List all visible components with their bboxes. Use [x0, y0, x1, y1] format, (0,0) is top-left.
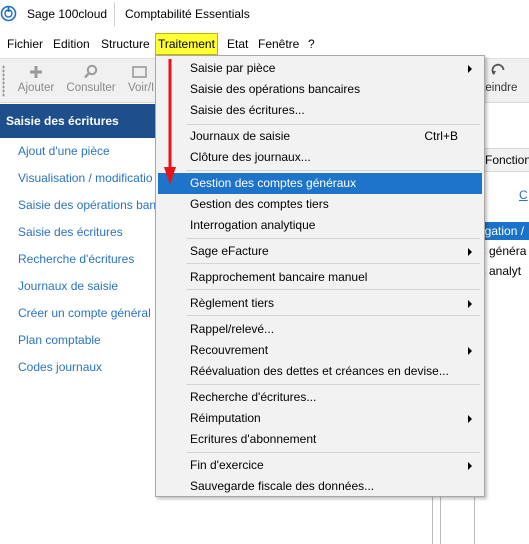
- menu-item-label: Rappel/relevé...: [190, 322, 275, 336]
- menu-item-cloture-journaux[interactable]: Clôture des journaux...: [158, 147, 482, 168]
- menu-etat[interactable]: Etat: [225, 33, 250, 55]
- menu-bar: Fichier Edition Structure Traitement Eta…: [0, 33, 529, 55]
- menu-item-label: Clôture des journaux...: [190, 150, 311, 164]
- sage-logo-icon: [0, 5, 17, 22]
- menu-fichier[interactable]: Fichier: [5, 33, 45, 55]
- menu-item-sage-efacture[interactable]: Sage eFacture: [158, 241, 482, 262]
- plus-icon: [30, 66, 42, 78]
- menu-item-rappel-releve[interactable]: Rappel/relevé...: [158, 319, 482, 340]
- menu-item-gestion-comptes-generaux[interactable]: Gestion des comptes généraux: [158, 173, 482, 194]
- menu-item-label: Interrogation analytique: [190, 218, 316, 232]
- app-module: Comptabilité Essentials: [125, 7, 250, 21]
- menu-item-rapprochement-bancaire[interactable]: Rapprochement bancaire manuel: [158, 267, 482, 288]
- menu-item-ecritures-abonnement[interactable]: Ecritures d'abonnement: [158, 429, 482, 450]
- menu-item-label: Recherche d'écritures...: [190, 390, 317, 404]
- divider-line: [440, 490, 441, 544]
- view-icon: [132, 66, 147, 78]
- menu-item-label: Réévaluation des dettes et créances en d…: [190, 364, 449, 378]
- menu-separator: [186, 238, 480, 239]
- menu-item-label: Gestion des comptes généraux: [190, 176, 357, 190]
- menu-item-label: Saisie par pièce: [190, 61, 276, 75]
- menu-separator: [186, 315, 480, 316]
- menu-item-label: Ecritures d'abonnement: [190, 432, 317, 446]
- menu-item-label: Réimputation: [190, 411, 261, 425]
- menu-structure[interactable]: Structure: [99, 33, 152, 55]
- menu-item-reimputation[interactable]: Réimputation: [158, 408, 482, 429]
- magnifier-icon: [84, 64, 98, 79]
- menu-item-interrogation-analytique[interactable]: Interrogation analytique: [158, 215, 482, 236]
- menu-item-journaux-saisie[interactable]: Journaux de saisie Ctrl+B: [158, 126, 482, 147]
- menu-fenetre[interactable]: Fenêtre: [256, 33, 301, 55]
- left-panel-header: Saisie des écritures: [0, 104, 160, 138]
- menu-item-shortcut: Ctrl+B: [424, 129, 458, 143]
- menu-item-reglement-tiers[interactable]: Règlement tiers: [158, 293, 482, 314]
- menu-item-saisie-par-piece[interactable]: Saisie par pièce: [158, 58, 482, 79]
- menu-item-saisie-operations-bancaires[interactable]: Saisie des opérations bancaires: [158, 79, 482, 100]
- menu-traitement[interactable]: Traitement: [155, 33, 218, 55]
- menu-edition[interactable]: Edition: [51, 33, 92, 55]
- menu-separator: [186, 384, 480, 385]
- menu-item-label: Saisie des écritures...: [190, 103, 305, 117]
- tab-fonction[interactable]: Fonction: [481, 148, 529, 172]
- menu-item-sauvegarde-fiscale[interactable]: Sauvegarde fiscale des données...: [158, 476, 482, 497]
- menu-item-label: Saisie des opérations bancaires: [190, 82, 361, 96]
- refresh-icon: [491, 63, 505, 75]
- toolbar-grip[interactable]: [2, 65, 5, 97]
- link-creer-compte[interactable]: Créer un compte général: [18, 306, 151, 320]
- submenu-arrow-icon: [468, 347, 472, 355]
- submenu-arrow-icon: [468, 248, 472, 256]
- add-label: Ajouter: [17, 82, 55, 94]
- menu-item-label: Gestion des comptes tiers: [190, 197, 329, 211]
- menu-item-saisie-ecritures[interactable]: Saisie des écritures...: [158, 100, 482, 121]
- link-plan-comptable[interactable]: Plan comptable: [18, 333, 101, 347]
- menu-separator: [186, 170, 480, 171]
- link-journaux-saisie[interactable]: Journaux de saisie: [18, 279, 118, 293]
- link-codes-journaux[interactable]: Codes journaux: [18, 360, 102, 374]
- traitement-dropdown-menu: Saisie par pièce Saisie des opérations b…: [155, 55, 485, 497]
- menu-item-label: Sauvegarde fiscale des données...: [190, 479, 375, 493]
- menu-separator: [186, 263, 480, 264]
- consult-label: Consulter: [66, 82, 116, 94]
- divider-line: [432, 490, 433, 544]
- link-saisie-ecritures[interactable]: Saisie des écritures: [18, 225, 123, 239]
- link-saisie-operations[interactable]: Saisie des opérations banc: [18, 198, 162, 212]
- menu-item-reevaluation-devise[interactable]: Réévaluation des dettes et créances en d…: [158, 361, 482, 382]
- menu-item-label: Rapprochement bancaire manuel: [190, 270, 368, 284]
- application-window: Sage 100cloud Comptabilité Essentials Fi…: [0, 0, 529, 544]
- menu-separator: [186, 452, 480, 453]
- view-button[interactable]: Voir/I: [125, 63, 155, 101]
- app-name: Sage 100cloud: [27, 7, 108, 21]
- menu-item-recouvrement[interactable]: Recouvrement: [158, 340, 482, 361]
- menu-item-gestion-comptes-tiers[interactable]: Gestion des comptes tiers: [158, 194, 482, 215]
- menu-separator: [186, 289, 480, 290]
- menu-item-fin-exercice[interactable]: Fin d'exercice: [158, 455, 482, 476]
- annotation-arrow-icon: [164, 59, 176, 185]
- menu-item-label: Règlement tiers: [190, 296, 275, 310]
- title-bar: Sage 100cloud Comptabilité Essentials: [0, 0, 529, 29]
- reach-button[interactable]: tteindre: [479, 63, 529, 101]
- title-divider: [114, 2, 115, 26]
- submenu-arrow-icon: [468, 300, 472, 308]
- menu-item-label: Journaux de saisie: [190, 129, 291, 143]
- menu-item-label: Recouvrement: [190, 343, 269, 357]
- link-visualisation[interactable]: Visualisation / modificatio: [18, 171, 153, 185]
- add-button[interactable]: Ajouter: [14, 63, 58, 101]
- menu-item-label: Sage eFacture: [190, 244, 269, 258]
- menu-separator: [186, 124, 480, 125]
- submenu-arrow-icon: [468, 462, 472, 470]
- reach-label: tteindre: [479, 82, 518, 94]
- link-recherche-ecritures[interactable]: Recherche d'écritures: [18, 252, 134, 266]
- right-link[interactable]: C: [519, 188, 528, 202]
- menu-item-label: Fin d'exercice: [190, 458, 264, 472]
- submenu-arrow-icon: [468, 415, 472, 423]
- consult-button[interactable]: Consulter: [63, 63, 119, 101]
- submenu-arrow-icon: [468, 65, 472, 73]
- menu-help[interactable]: ?: [306, 33, 317, 55]
- link-ajout-piece[interactable]: Ajout d'une pièce: [18, 144, 110, 158]
- view-label: Voir/I: [128, 82, 155, 94]
- menu-item-recherche-ecritures[interactable]: Recherche d'écritures...: [158, 387, 482, 408]
